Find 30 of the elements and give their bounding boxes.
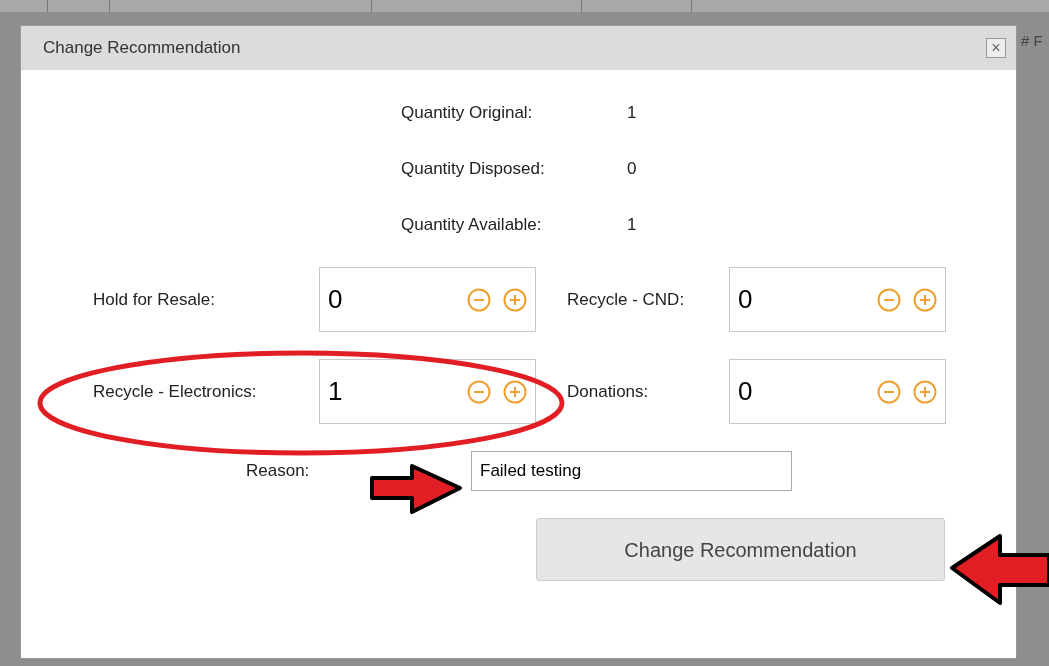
field-label: Recycle - CND: — [567, 288, 686, 311]
column-header: # F — [1021, 31, 1043, 51]
number-field[interactable]: 0 — [729, 359, 946, 424]
quantity-label: Quantity Original: — [401, 101, 534, 124]
field-label: Donations: — [567, 380, 650, 403]
minus-icon[interactable] — [877, 287, 901, 312]
plus-icon[interactable] — [503, 379, 527, 404]
plus-icon[interactable] — [913, 287, 937, 312]
reason-field[interactable]: Failed testing — [471, 451, 792, 491]
quantity-label: Quantity Available: — [401, 213, 543, 236]
number-field[interactable]: 0 — [729, 267, 946, 332]
plus-icon[interactable] — [913, 379, 937, 404]
number-field[interactable]: 0 — [319, 267, 536, 332]
change-recommendation-button[interactable]: Change Recommendation — [536, 518, 945, 581]
plus-icon[interactable] — [503, 287, 527, 312]
close-button[interactable]: × — [986, 38, 1006, 58]
arrow-icon — [950, 534, 1049, 605]
field-label: Hold for Resale: — [93, 288, 216, 311]
quantity-value: 1 — [627, 213, 637, 236]
quantity-label: Quantity Disposed: — [401, 157, 546, 180]
number-field[interactable]: 1 — [319, 359, 536, 424]
window-title: Change Recommendation — [43, 37, 241, 60]
arrow-icon — [370, 464, 462, 514]
minus-icon[interactable] — [877, 379, 901, 404]
field-label: Recycle - Electronics: — [93, 380, 258, 403]
quantity-value: 1 — [627, 101, 637, 124]
minus-icon[interactable] — [467, 287, 491, 312]
quantity-value: 0 — [627, 157, 637, 180]
reason-label: Reason: — [246, 460, 311, 483]
minus-icon[interactable] — [467, 379, 491, 404]
